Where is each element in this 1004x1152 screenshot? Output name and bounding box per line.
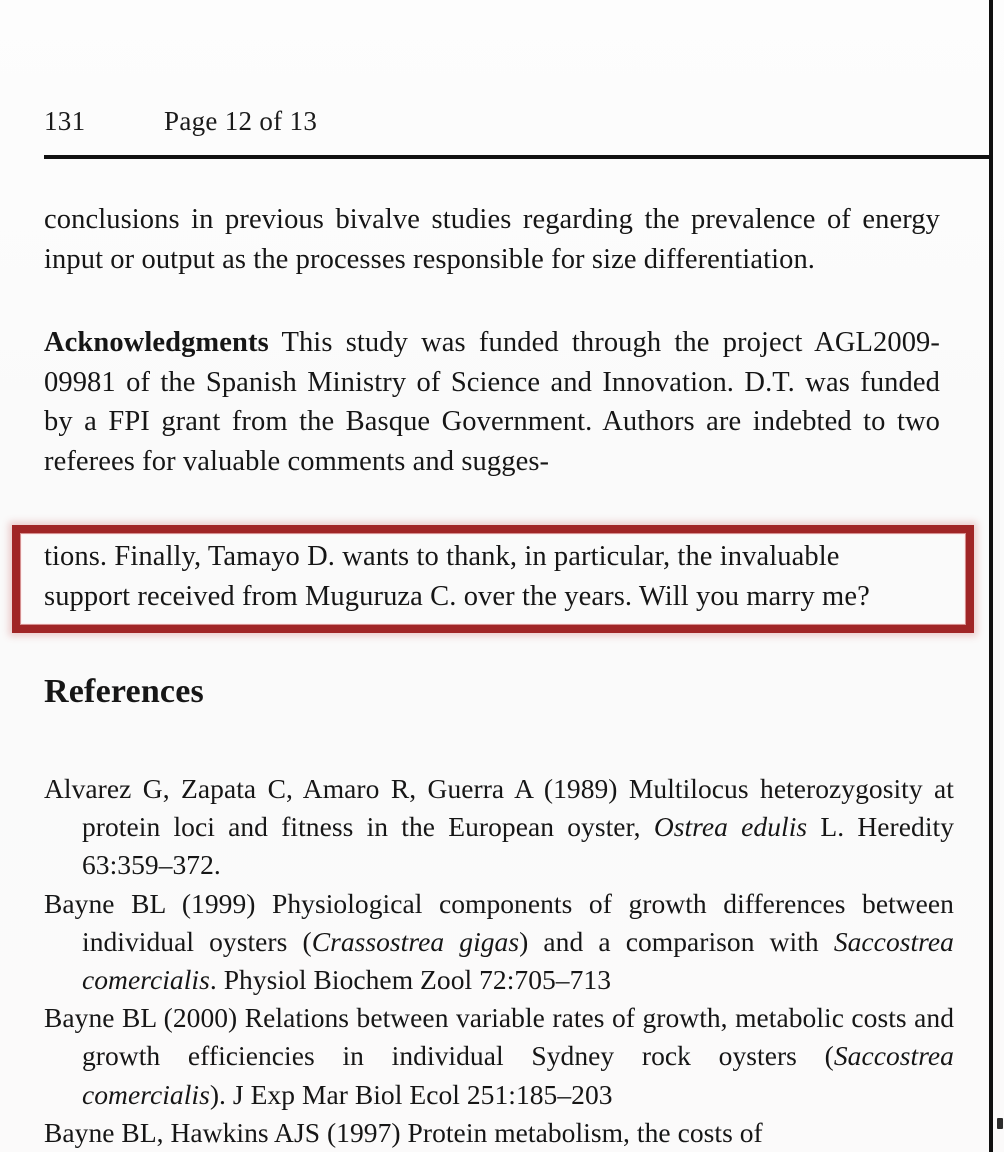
continued-paragraph: conclusions in previous bivalve studies … [44, 204, 940, 275]
acknowledgments-paragraph: Acknowledgments This study was funded th… [44, 323, 940, 481]
references-heading: References [44, 673, 204, 710]
reference-entry: Alvarez G, Zapata C, Amaro R, Guerra A (… [44, 770, 954, 885]
reference-text: Bayne BL (2000) Relations between variab… [44, 1002, 954, 1072]
reference-entry: Bayne BL (2000) Relations between variab… [44, 999, 954, 1114]
body-column: conclusions in previous bivalve studies … [44, 200, 940, 481]
species-name: Ostrea edulis [653, 811, 808, 843]
reference-entry-truncated: Bayne BL, Hawkins AJS (1997) Protein met… [44, 1116, 763, 1148]
reference-text-mid: ) and a comparison with [519, 925, 834, 957]
folio-number: 131 [44, 106, 86, 136]
reference-text-tail: ). J Exp Mar Biol Ecol 251:185–203 [209, 1078, 613, 1110]
highlighted-proposal-text: tions. Finally, Tamayo D. wants to thank… [44, 537, 940, 616]
page-counter: Page 12 of 13 [164, 106, 318, 136]
acknowledgments-label: Acknowledgments [44, 327, 269, 358]
proposal-line-1: tions. Finally, Tamayo D. wants to thank… [44, 541, 840, 572]
header-rule [44, 155, 990, 159]
page-scan-edge [989, 0, 993, 1152]
species-name: Crassostrea gigas [311, 925, 520, 957]
proposal-line-2: support received from Muguruza C. over t… [44, 580, 870, 612]
reference-text-tail: . Physiol Biochem Zool 72:705–713 [209, 964, 612, 996]
references-list: Alvarez G, Zapata C, Amaro R, Guerra A (… [44, 770, 954, 1152]
reference-entry: Bayne BL (1999) Physiological components… [44, 885, 954, 1000]
running-head: 131 Page 12 of 13 [44, 106, 990, 137]
scan-artifact-speck [997, 1118, 1003, 1129]
scanned-page: 131 Page 12 of 13 conclusions in previou… [0, 0, 1004, 1152]
